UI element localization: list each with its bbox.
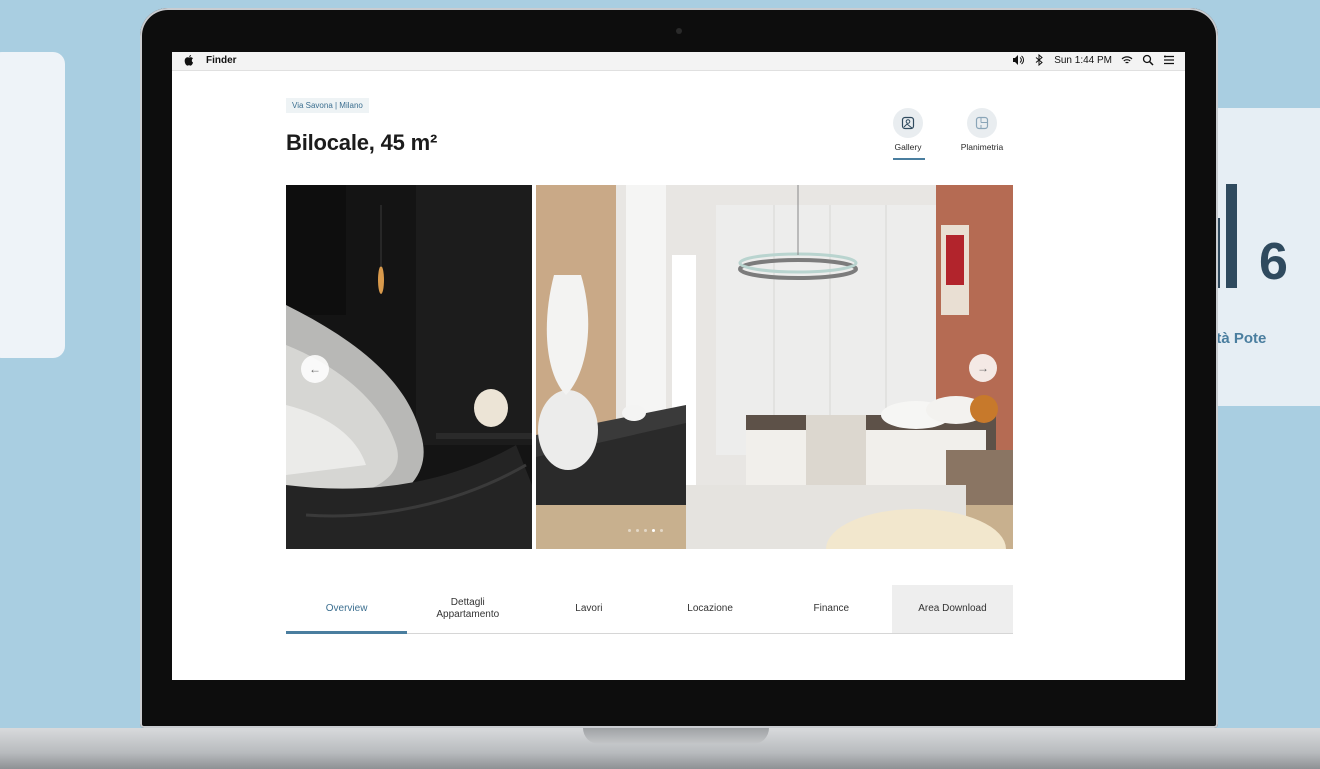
page-title: Bilocale, 45 m² [286, 130, 438, 155]
section-tabs: Overview Dettagli Appartamento Lavori Lo… [286, 585, 1014, 634]
gallery-dot[interactable] [660, 529, 663, 532]
tab-finance[interactable]: Finance [771, 585, 892, 633]
location-tag: Via Savona | Milano [286, 98, 369, 113]
search-icon[interactable] [1142, 54, 1154, 66]
laptop-screen: Finder Sun 1:44 PM Via Savona | Milano B… [172, 52, 1185, 680]
gallery-dot[interactable] [644, 529, 647, 532]
list-icon[interactable] [1163, 54, 1175, 66]
arrow-right-icon: → [977, 361, 989, 375]
gallery-active-indicator [893, 158, 925, 160]
gallery-pagination [628, 529, 663, 532]
camera-icon [676, 28, 682, 34]
info-card-left [0, 52, 65, 358]
wifi-icon[interactable] [1121, 54, 1133, 66]
arrow-left-icon: ← [309, 362, 321, 376]
gallery-photo-bedroom [536, 185, 1013, 549]
previous-photo-button[interactable]: ← [301, 355, 329, 383]
floorplan-icon [975, 116, 989, 130]
next-photo-button[interactable]: → [969, 354, 997, 382]
apple-icon[interactable] [184, 55, 194, 66]
floorplan-button[interactable]: Planimetria [952, 108, 1012, 152]
gallery-label: Gallery [894, 142, 922, 152]
tab-dettagli-appartamento[interactable]: Dettagli Appartamento [407, 585, 528, 633]
gallery-dot[interactable] [628, 529, 631, 532]
photo-gallery[interactable]: ← → [286, 185, 1013, 549]
volume-icon[interactable] [1012, 54, 1025, 66]
tab-lavori[interactable]: Lavori [528, 585, 649, 633]
menu-app-name[interactable]: Finder [206, 55, 237, 66]
bluetooth-icon[interactable] [1033, 54, 1045, 66]
gallery-dot[interactable] [636, 529, 639, 532]
stat-value: 6 [1259, 233, 1288, 291]
tab-overview[interactable]: Overview [286, 585, 408, 634]
laptop-notch [583, 728, 769, 744]
menu-status-area: Sun 1:44 PM [1012, 54, 1175, 66]
floorplan-label: Planimetria [960, 142, 1004, 152]
tab-area-download[interactable]: Area Download [891, 585, 1014, 633]
menu-clock[interactable]: Sun 1:44 PM [1054, 55, 1112, 66]
tab-locazione[interactable]: Locazione [650, 585, 771, 633]
menu-bar: Finder Sun 1:44 PM [172, 52, 1185, 71]
gallery-button[interactable]: Gallery [878, 108, 938, 160]
image-icon [901, 116, 915, 130]
gallery-dot[interactable] [652, 529, 655, 532]
